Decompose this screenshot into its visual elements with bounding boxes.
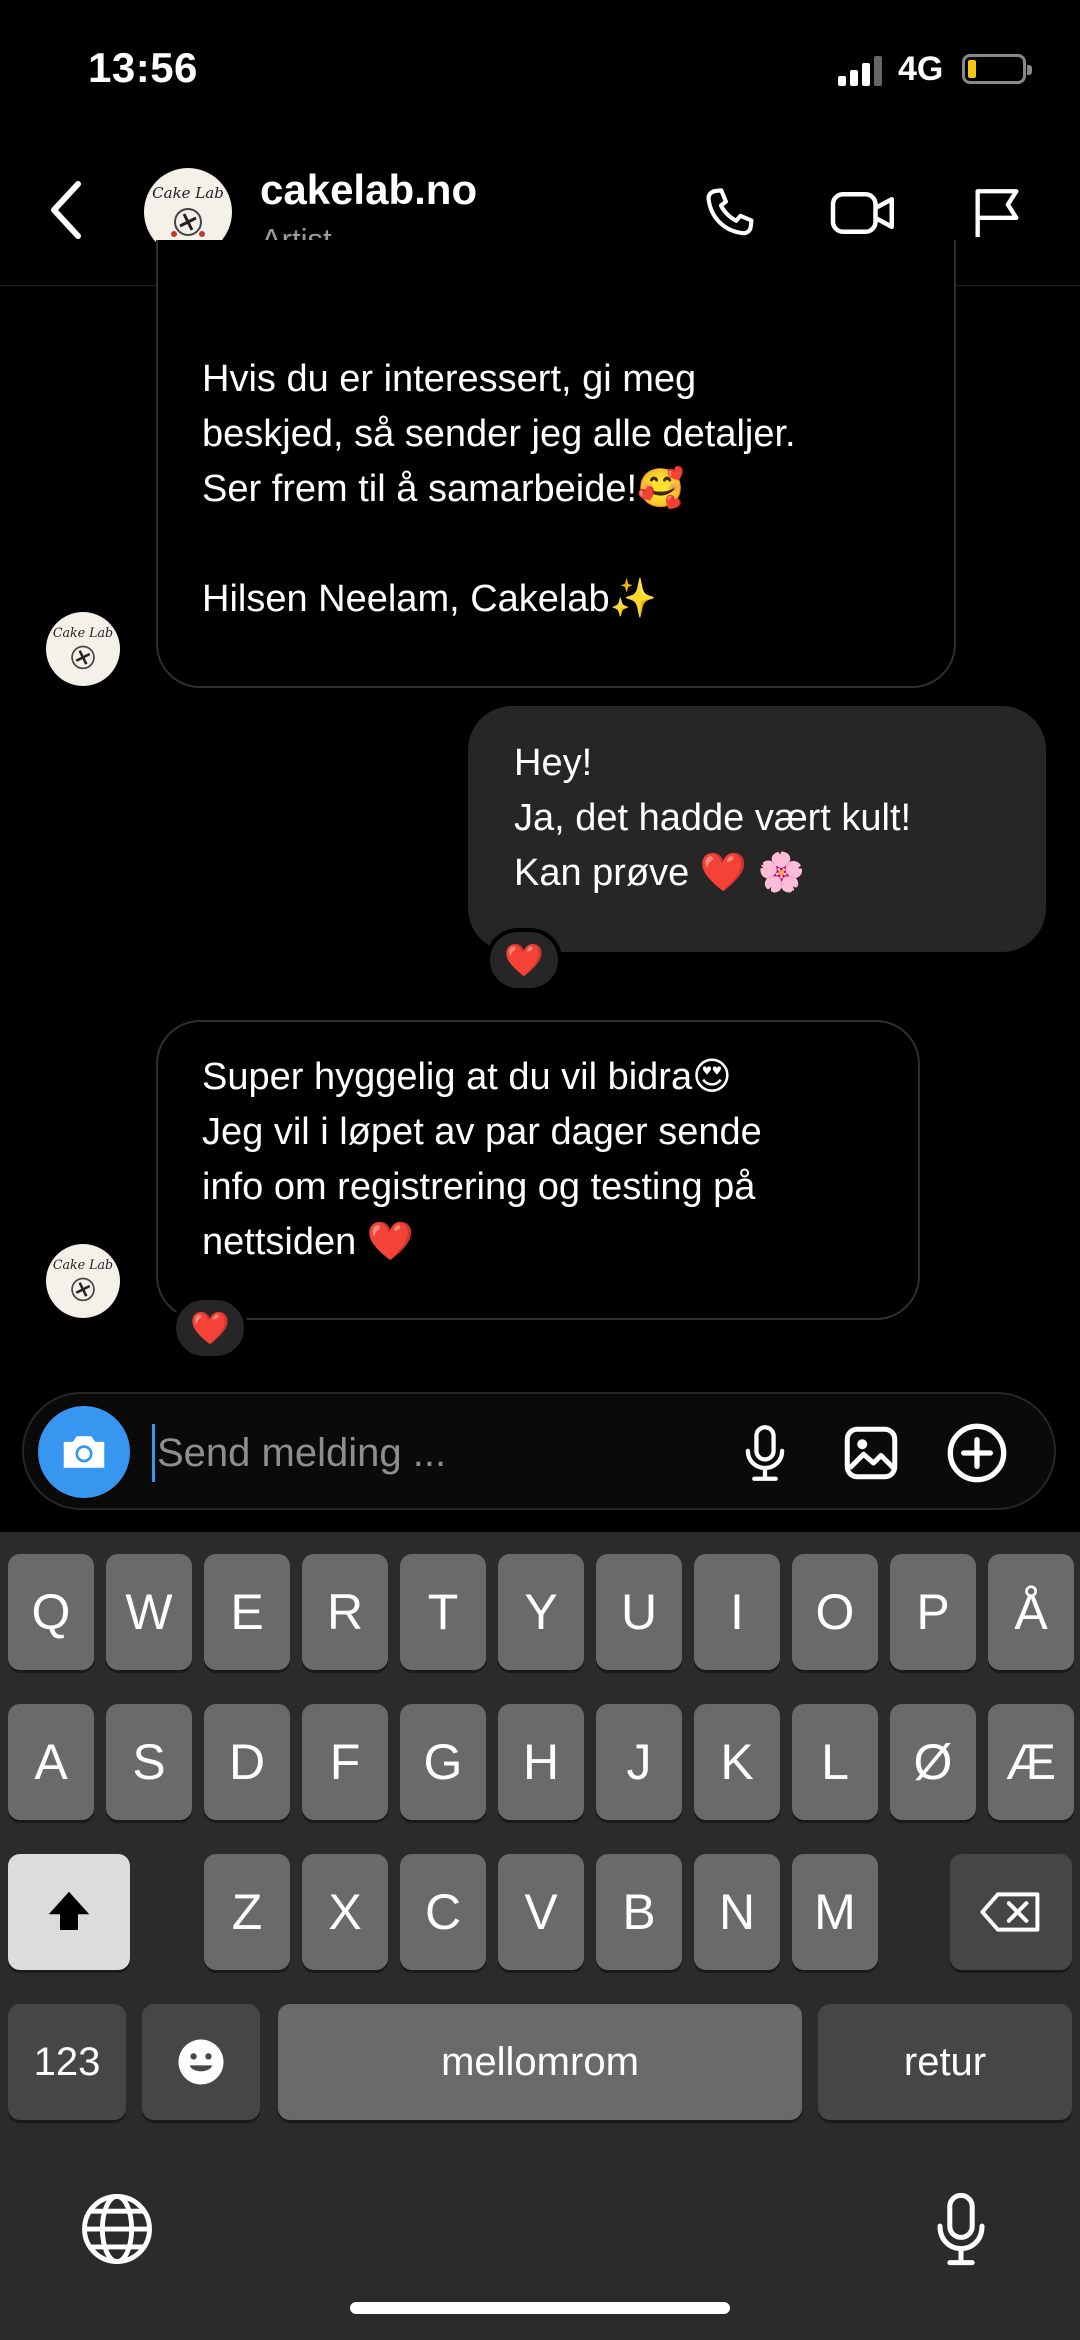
key-e[interactable]: E	[204, 1554, 290, 1670]
emoji-key[interactable]	[142, 2004, 260, 2120]
key-æ[interactable]: Æ	[988, 1704, 1074, 1820]
svg-text:Cake Lab: Cake Lab	[53, 625, 113, 640]
contact-name[interactable]: cakelab.no	[260, 166, 477, 214]
key-d[interactable]: D	[204, 1704, 290, 1820]
key-å[interactable]: Å	[988, 1554, 1074, 1670]
key-z[interactable]: Z	[204, 1854, 290, 1970]
emoji-icon	[178, 2039, 224, 2085]
key-j[interactable]: J	[596, 1704, 682, 1820]
message-bubble-outgoing[interactable]: Hey! Ja, det hadde vært kult! Kan prøve …	[468, 706, 1046, 952]
key-ø[interactable]: Ø	[890, 1704, 976, 1820]
key-w[interactable]: W	[106, 1554, 192, 1670]
key-q[interactable]: Q	[8, 1554, 94, 1670]
message-input[interactable]	[152, 1424, 712, 1482]
space-key[interactable]: mellomrom	[278, 2004, 802, 2120]
key-p[interactable]: P	[890, 1554, 976, 1670]
gallery-button[interactable]	[836, 1418, 906, 1488]
status-bar: 13:56 4G	[0, 0, 1080, 140]
svg-text:Cake Lab: Cake Lab	[53, 1257, 113, 1272]
message-text: Hey! Ja, det hadde vært kult! Kan prøve …	[514, 742, 912, 894]
flag-icon	[975, 189, 1019, 238]
cakelab-logo-icon: Cake Lab	[53, 625, 113, 670]
network-type: 4G	[898, 50, 944, 88]
key-n[interactable]: N	[694, 1854, 780, 1970]
voice-message-button[interactable]	[730, 1418, 800, 1488]
key-c[interactable]: C	[400, 1854, 486, 1970]
message-text: Super hyggelig at du vil bidra😍 Jeg vil …	[202, 1056, 762, 1263]
status-time: 13:56	[88, 44, 198, 91]
battery-icon	[962, 54, 1032, 84]
shift-key[interactable]	[8, 1854, 130, 1970]
backspace-icon	[980, 1892, 1040, 1932]
sender-avatar[interactable]: Cake Lab	[46, 612, 120, 686]
cakelab-logo-icon: Cake Lab	[53, 1257, 113, 1302]
key-t[interactable]: T	[400, 1554, 486, 1670]
message-text: Hvis du er interessert, gi meg beskjed, …	[202, 358, 796, 620]
key-u[interactable]: U	[596, 1554, 682, 1670]
key-x[interactable]: X	[302, 1854, 388, 1970]
return-key-label: retur	[903, 2039, 987, 2084]
key-b[interactable]: B	[596, 1854, 682, 1970]
home-indicator[interactable]	[350, 2302, 730, 2314]
key-v[interactable]: V	[498, 1854, 584, 1970]
report-button[interactable]	[960, 176, 1034, 250]
message-bubble-incoming[interactable]: Super hyggelig at du vil bidra😍 Jeg vil …	[156, 1020, 920, 1320]
key-r[interactable]: R	[302, 1554, 388, 1670]
key-y[interactable]: Y	[498, 1554, 584, 1670]
key-a[interactable]: A	[8, 1704, 94, 1820]
key-o[interactable]: O	[792, 1554, 878, 1670]
globe-button[interactable]	[72, 2184, 162, 2274]
call-button[interactable]	[692, 176, 766, 250]
reaction-heart[interactable]: ❤️	[172, 1296, 248, 1360]
message-composer	[22, 1392, 1056, 1510]
microphone-icon	[745, 1425, 785, 1481]
key-m[interactable]: M	[792, 1854, 878, 1970]
camera-button[interactable]	[38, 1406, 130, 1498]
camera-icon	[63, 1436, 105, 1468]
back-icon	[51, 181, 81, 239]
dictation-icon	[937, 2192, 985, 2266]
shift-icon	[48, 1891, 90, 1930]
numbers-key-label: 123	[33, 2039, 101, 2084]
message-bubble-incoming[interactable]: Hvis du er interessert, gi meg beskjed, …	[156, 240, 956, 688]
key-g[interactable]: G	[400, 1704, 486, 1820]
key-h[interactable]: H	[498, 1704, 584, 1820]
more-options-button[interactable]	[942, 1418, 1012, 1488]
gallery-icon	[844, 1426, 898, 1480]
numbers-key[interactable]: 123	[8, 2004, 126, 2120]
key-l[interactable]: L	[792, 1704, 878, 1820]
plus-icon	[947, 1423, 1007, 1483]
dictation-button[interactable]	[916, 2184, 1006, 2274]
video-call-button[interactable]	[826, 176, 900, 250]
reaction-heart[interactable]: ❤️	[486, 928, 562, 992]
key-k[interactable]: K	[694, 1704, 780, 1820]
key-i[interactable]: I	[694, 1554, 780, 1670]
key-f[interactable]: F	[302, 1704, 388, 1820]
return-key[interactable]: retur	[818, 2004, 1072, 2120]
svg-text:Cake Lab: Cake Lab	[152, 184, 224, 202]
signal-icon	[838, 54, 888, 86]
back-button[interactable]	[36, 174, 96, 246]
sender-avatar[interactable]: Cake Lab	[46, 1244, 120, 1318]
video-icon	[830, 192, 894, 234]
space-key-label: mellomrom	[441, 2039, 639, 2084]
phone-icon	[706, 188, 754, 236]
backspace-key[interactable]	[950, 1854, 1072, 1970]
globe-icon	[82, 2194, 152, 2264]
key-s[interactable]: S	[106, 1704, 192, 1820]
